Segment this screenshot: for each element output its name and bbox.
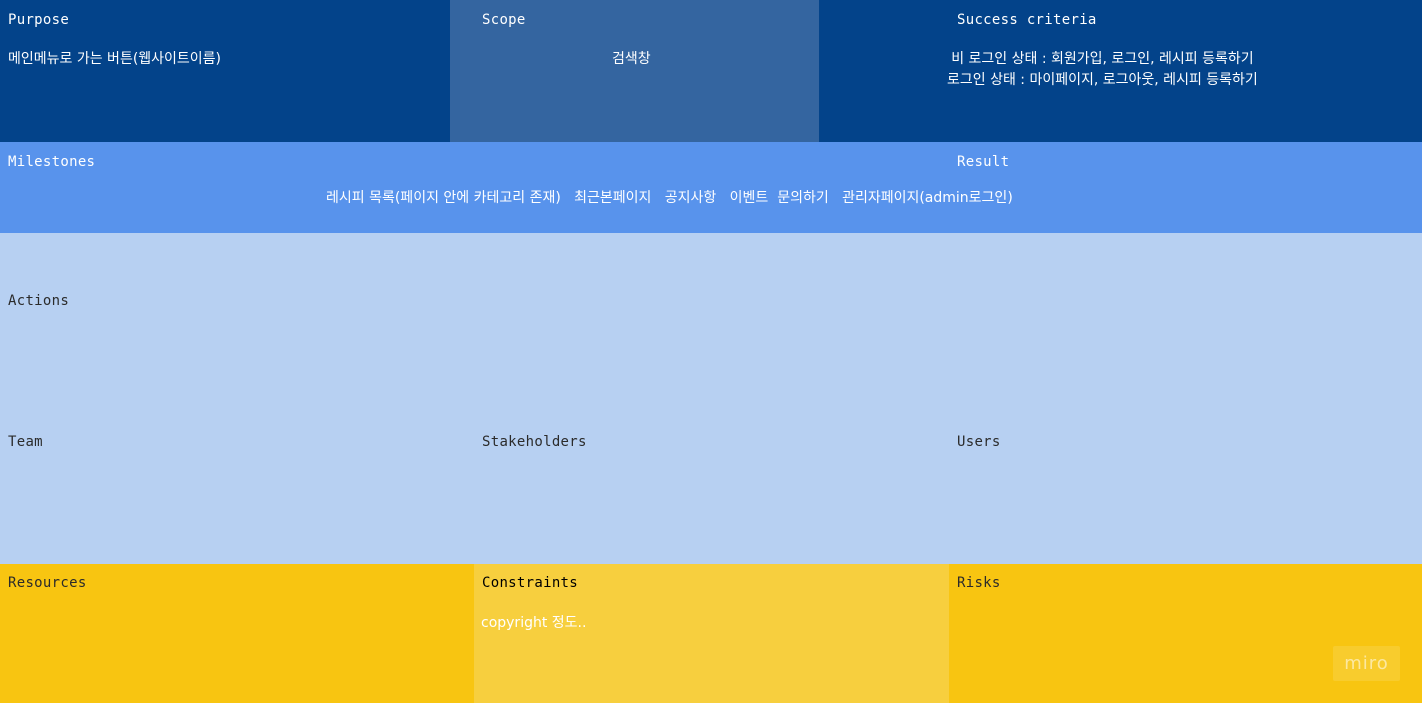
purpose-section[interactable]: Purpose 메인메뉴로 가는 버튼(웹사이트이름): [0, 0, 450, 142]
actions-section[interactable]: Actions: [0, 233, 1422, 374]
milestones-text[interactable]: 레시피 목록(페이지 안에 카테고리 존재) 최근본페이지 공지사항 이벤트 문…: [326, 188, 1013, 209]
stakeholders-label: Stakeholders: [482, 434, 587, 450]
constraints-text[interactable]: copyright 정도..: [481, 613, 586, 634]
team-label: Team: [8, 434, 43, 450]
miro-logo[interactable]: miro: [1333, 646, 1400, 681]
scope-label: Scope: [482, 12, 526, 28]
success-criteria-line-1: 비 로그인 상태 : 회원가입, 로그인, 레시피 등록하기: [951, 51, 1254, 67]
constraints-section[interactable]: Constraints copyright 정도..: [474, 564, 949, 703]
stakeholders-section[interactable]: Stakeholders: [474, 374, 949, 564]
scope-section[interactable]: Scope 검색창: [450, 0, 819, 142]
users-label: Users: [957, 434, 1001, 450]
scope-text[interactable]: 검색창: [612, 49, 651, 70]
users-section[interactable]: Users: [949, 374, 1422, 564]
result-label: Result: [957, 154, 1010, 170]
risks-section[interactable]: Risks: [949, 564, 1422, 703]
success-criteria-section[interactable]: Success criteria 비 로그인 상태 : 회원가입, 로그인, 레…: [819, 0, 1422, 142]
team-section[interactable]: Team: [0, 374, 474, 564]
constraints-label: Constraints: [482, 575, 579, 591]
success-criteria-text[interactable]: 비 로그인 상태 : 회원가입, 로그인, 레시피 등록하기 로그인 상태 : …: [947, 49, 1258, 91]
actions-label: Actions: [8, 293, 70, 309]
resources-label: Resources: [8, 575, 87, 591]
success-criteria-line-2: 로그인 상태 : 마이페이지, 로그아웃, 레시피 등록하기: [947, 72, 1258, 88]
purpose-label: Purpose: [8, 12, 70, 28]
success-criteria-label: Success criteria: [957, 12, 1097, 28]
risks-label: Risks: [957, 575, 1001, 591]
milestones-section[interactable]: Milestones Result 레시피 목록(페이지 안에 카테고리 존재)…: [0, 142, 1422, 233]
resources-section[interactable]: Resources: [0, 564, 474, 703]
purpose-text[interactable]: 메인메뉴로 가는 버튼(웹사이트이름): [8, 49, 221, 70]
milestones-label: Milestones: [8, 154, 96, 170]
